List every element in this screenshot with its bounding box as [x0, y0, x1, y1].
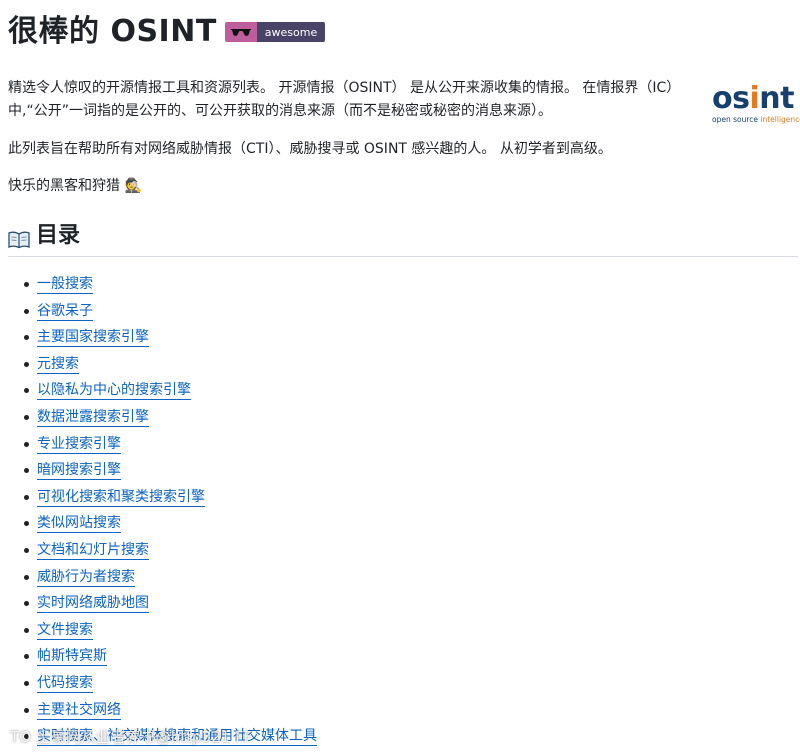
- page-title: 很棒的 OSINT: [8, 14, 217, 49]
- osint-logo-subtitle: open source intelligence: [712, 115, 800, 124]
- toc-item: 可视化搜索和聚类搜索引擎: [24, 484, 317, 511]
- toc-item: 数据泄露搜索引擎: [24, 404, 317, 431]
- toc-item: 暗网搜索引擎: [24, 457, 317, 484]
- osint-logo: osint open source intelligence: [712, 81, 800, 126]
- toc-link[interactable]: 一般搜索: [37, 276, 93, 294]
- toc-item: 威胁行为者搜索: [24, 564, 317, 591]
- toc-link[interactable]: 以隐私为中心的搜索引擎: [37, 382, 191, 401]
- watermark: TO 土豪网从业者养书@http321 FF: [10, 728, 253, 746]
- toc-link[interactable]: 主要社交网络: [37, 701, 121, 720]
- toc-link[interactable]: 数据泄露搜索引擎: [37, 408, 149, 427]
- open-book-icon: [8, 227, 30, 249]
- toc-heading-text: 目录: [36, 223, 81, 248]
- intro-paragraph-2: 此列表旨在帮助所有对网络威胁情报（CTI）、威胁搜寻或 OSINT 感兴趣的人。…: [8, 141, 612, 157]
- toc-list: 一般搜索谷歌呆子主要国家搜索引擎 元搜索以隐私为中心的搜索引擎 数据泄露搜索引擎 专业…: [0, 271, 317, 750]
- toc-item: 谷歌呆子: [24, 298, 317, 325]
- toc-item: 主要国家搜索引擎: [24, 324, 317, 351]
- toc-item: 文件搜索: [24, 617, 317, 644]
- intro-paragraph-1: 精选令人惊叹的开源情报工具和资源列表。 开源情报（OSINT） 是从公开来源收集…: [8, 80, 681, 119]
- toc-item: 类似网站搜索: [24, 510, 317, 537]
- toc-link[interactable]: 文件搜索: [37, 621, 93, 640]
- logo-sub-left: open source: [712, 115, 761, 124]
- badge-label: awesome: [256, 22, 326, 42]
- toc-link[interactable]: 可视化搜索和聚类搜索引擎: [37, 488, 205, 507]
- osint-logo-word: osint: [712, 81, 794, 116]
- toc-item: 一般搜索: [24, 271, 317, 298]
- toc-link[interactable]: 文档和幻灯片搜索: [37, 541, 149, 560]
- toc-link[interactable]: 实时网络威胁地图: [37, 595, 149, 614]
- toc-link[interactable]: 谷歌呆子: [37, 302, 93, 321]
- toc-item: 帕斯特宾斯: [24, 643, 317, 670]
- toc-item: 以隐私为中心的搜索引擎: [24, 377, 317, 404]
- title-row: 很棒的 OSINT awesome: [8, 12, 326, 52]
- toc-item: 代码搜索: [24, 670, 317, 697]
- awesome-badge[interactable]: awesome: [224, 22, 326, 42]
- toc-link[interactable]: 专业搜索引擎: [37, 435, 121, 454]
- toc-link[interactable]: 元搜索: [37, 355, 79, 374]
- readme-page: 很棒的 OSINT awesome 精选令人惊叹的开源情报工具和资源列表。 开源…: [0, 0, 800, 756]
- toc-link[interactable]: 代码搜索: [37, 674, 93, 693]
- toc-item: 文档和幻灯片搜索: [24, 537, 317, 564]
- sunglasses-icon: [224, 22, 257, 42]
- toc-item: 专业搜索引擎: [24, 431, 317, 458]
- heading-divider: [8, 256, 798, 257]
- intro-paragraph-3: 快乐的黑客和狩猎 🕵️: [8, 178, 142, 194]
- toc-link[interactable]: 暗网搜索引擎: [37, 462, 121, 481]
- toc-item: 主要社交网络: [24, 697, 317, 724]
- toc-item: 实时网络威胁地图: [24, 590, 317, 617]
- logo-sub-right: intelligence: [760, 115, 800, 124]
- toc-link[interactable]: 帕斯特宾斯: [37, 648, 107, 667]
- toc-link[interactable]: 威胁行为者搜索: [37, 568, 135, 587]
- toc-heading: 目录: [8, 220, 80, 252]
- toc-link[interactable]: 主要国家搜索引擎: [37, 329, 149, 348]
- toc-link[interactable]: 类似网站搜索: [37, 515, 121, 534]
- toc-item: 元搜索: [24, 351, 317, 378]
